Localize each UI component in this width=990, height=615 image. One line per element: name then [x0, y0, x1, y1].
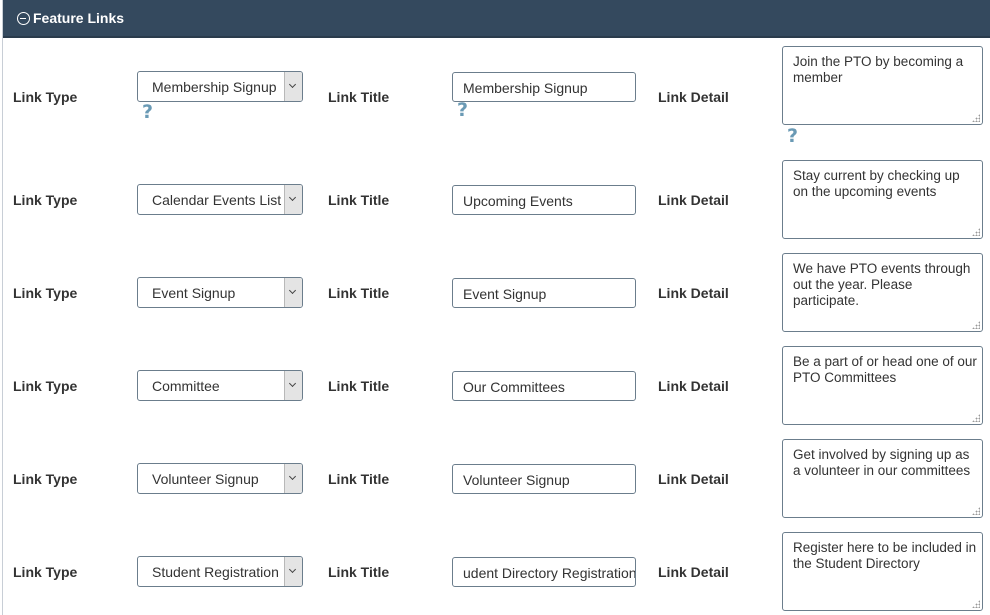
minus-circle-icon[interactable]: [17, 12, 30, 25]
link-detail-value: Stay current by checking up on the upcom…: [793, 168, 960, 199]
link-detail-textarea[interactable]: Get involved by signing up as a voluntee…: [782, 439, 983, 518]
question-mark-icon[interactable]: ?: [787, 125, 798, 147]
link-title-value: Membership Signup: [463, 80, 588, 96]
link-title-label: Link Title: [328, 285, 390, 301]
panel-title: Feature Links: [33, 10, 125, 26]
chevron-down-icon[interactable]: [284, 464, 302, 493]
feature-links-panel: Feature Links Link Type Membership Signu…: [2, 0, 990, 615]
link-type-value: Student Registration: [152, 564, 279, 580]
link-type-value: Calendar Events List: [152, 192, 282, 208]
link-detail-textarea[interactable]: Be a part of or head one of our PTO Comm…: [782, 346, 983, 425]
link-title-input[interactable]: Membership Signup: [452, 72, 636, 102]
link-detail-value: Register here to be included in the Stud…: [793, 540, 977, 571]
link-type-select[interactable]: Student Registration: [137, 556, 303, 587]
link-type-label: Link Type: [13, 192, 78, 208]
resize-grip-icon[interactable]: [972, 321, 980, 329]
resize-grip-icon[interactable]: [972, 507, 980, 515]
link-detail-value: We have PTO events through out the year.…: [793, 261, 971, 308]
link-title-value: Upcoming Events: [463, 193, 573, 209]
question-mark-icon[interactable]: ?: [457, 99, 468, 121]
resize-grip-icon[interactable]: [972, 114, 980, 122]
link-title-value: Volunteer Signup: [463, 472, 570, 488]
link-detail-label: Link Detail: [658, 285, 729, 301]
link-title-label: Link Title: [328, 564, 390, 580]
link-detail-label: Link Detail: [658, 564, 729, 580]
link-type-label: Link Type: [13, 378, 78, 394]
link-title-input[interactable]: udent Directory Registration: [452, 557, 636, 587]
link-type-value: Committee: [152, 378, 220, 394]
link-title-input[interactable]: Event Signup: [452, 278, 636, 308]
link-detail-textarea[interactable]: Register here to be included in the Stud…: [782, 532, 983, 611]
link-title-value: Our Committees: [463, 379, 565, 395]
resize-grip-icon[interactable]: [972, 414, 980, 422]
link-type-value: Volunteer Signup: [152, 471, 259, 487]
link-type-select[interactable]: Volunteer Signup: [137, 463, 303, 494]
link-detail-textarea[interactable]: Stay current by checking up on the upcom…: [782, 160, 983, 239]
link-type-value: Membership Signup: [152, 79, 277, 95]
link-title-value: udent Directory Registration: [463, 565, 636, 581]
link-type-value: Event Signup: [152, 285, 236, 301]
link-title-label: Link Title: [328, 378, 390, 394]
link-title-input[interactable]: Upcoming Events: [452, 185, 636, 215]
chevron-down-icon[interactable]: [284, 278, 302, 307]
link-detail-label: Link Detail: [658, 378, 729, 394]
link-type-select[interactable]: Event Signup: [137, 277, 303, 308]
link-type-select[interactable]: Membership Signup: [137, 71, 303, 102]
resize-grip-icon[interactable]: [972, 600, 980, 608]
link-title-label: Link Title: [328, 471, 390, 487]
chevron-down-icon[interactable]: [284, 557, 302, 586]
resize-grip-icon[interactable]: [972, 228, 980, 236]
link-detail-textarea[interactable]: Join the PTO by becoming a member: [782, 46, 983, 125]
link-type-select[interactable]: Committee: [137, 370, 303, 401]
link-title-label: Link Title: [328, 89, 390, 105]
link-type-label: Link Type: [13, 564, 78, 580]
link-title-input[interactable]: Our Committees: [452, 371, 636, 401]
link-type-select[interactable]: Calendar Events List: [137, 184, 303, 215]
link-detail-label: Link Detail: [658, 89, 729, 105]
link-title-value: Event Signup: [463, 286, 547, 302]
panel-header[interactable]: Feature Links: [3, 0, 990, 38]
link-title-input[interactable]: Volunteer Signup: [452, 464, 636, 494]
chevron-down-icon[interactable]: [284, 371, 302, 400]
question-mark-icon[interactable]: ?: [142, 101, 153, 123]
link-detail-value: Be a part of or head one of our PTO Comm…: [793, 354, 977, 385]
link-detail-label: Link Detail: [658, 192, 729, 208]
link-detail-textarea[interactable]: We have PTO events through out the year.…: [782, 253, 983, 332]
link-title-label: Link Title: [328, 192, 390, 208]
link-detail-value: Join the PTO by becoming a member: [793, 54, 964, 85]
link-type-label: Link Type: [13, 471, 78, 487]
chevron-down-icon[interactable]: [284, 72, 302, 101]
link-detail-label: Link Detail: [658, 471, 729, 487]
link-type-label: Link Type: [13, 285, 78, 301]
link-detail-value: Get involved by signing up as a voluntee…: [793, 447, 971, 478]
chevron-down-icon[interactable]: [284, 185, 302, 214]
link-type-label: Link Type: [13, 89, 78, 105]
